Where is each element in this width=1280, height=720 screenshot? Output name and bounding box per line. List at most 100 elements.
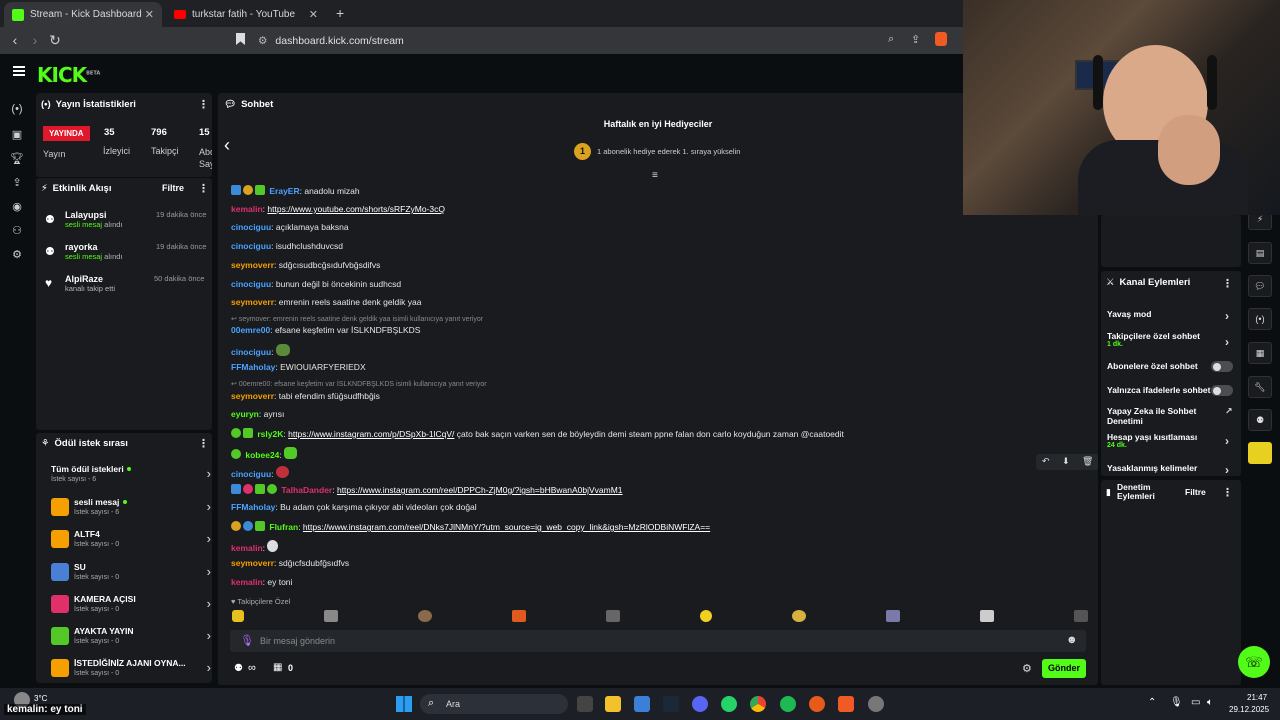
steam-icon[interactable] — [663, 696, 679, 712]
back-arrow-icon[interactable]: ‹ — [224, 135, 230, 156]
quick-action-wrench-icon[interactable]: 🔧︎ — [1248, 376, 1272, 398]
app-icon[interactable] — [868, 696, 884, 712]
emote-icon[interactable] — [700, 610, 712, 622]
store-icon[interactable] — [634, 696, 650, 712]
clock-time[interactable]: 21:47 — [1247, 693, 1267, 702]
task-view-icon[interactable] — [577, 696, 593, 712]
reward-item-all[interactable]: Tüm ödül istekleri İstek sayısı - 6 › — [51, 464, 211, 492]
app-icon[interactable] — [809, 696, 825, 712]
moderation-filter-button[interactable]: Filtre — [1185, 487, 1206, 497]
activity-filter-button[interactable]: Filtre — [162, 183, 184, 193]
reward-item[interactable]: ALTF4 İstek sayısı - 0 › — [51, 529, 211, 557]
zoom-icon[interactable]: ⌕ — [888, 33, 894, 46]
delete-icon[interactable]: 🗑︎ — [1082, 456, 1093, 467]
chat-message: kemalin: https://www.youtube.com/shorts/… — [231, 204, 445, 214]
emote-icon[interactable] — [606, 610, 620, 622]
reply-icon[interactable]: ↶ — [1042, 456, 1050, 467]
close-tab-icon[interactable]: ✕ — [309, 8, 318, 21]
channel-menu-icon[interactable]: ⋮ — [1222, 277, 1233, 290]
shield-icon: ⚔ — [1106, 277, 1115, 288]
emote-icon[interactable] — [886, 610, 900, 622]
emote-icon[interactable] — [232, 610, 244, 622]
stats-menu-icon[interactable]: ⋮ — [198, 98, 209, 111]
emote-icon[interactable] — [324, 610, 338, 622]
chat-link[interactable]: https://www.instagram.com/p/DSpXb-1lCqV/ — [288, 429, 454, 439]
brave-icon[interactable] — [838, 696, 854, 712]
chat-link[interactable]: https://www.youtube.com/shorts/sRFZyMo-3… — [267, 204, 445, 214]
stream-nav-icon[interactable]: (•) — [0, 103, 34, 115]
url-field[interactable]: ⚙ dashboard.kick.com/stream — [258, 31, 958, 50]
chevron-right-icon: › — [1225, 463, 1229, 477]
quick-action-broadcast-icon[interactable]: (•) — [1248, 308, 1272, 330]
send-button[interactable]: Gönder — [1042, 659, 1086, 678]
forward-icon[interactable]: › — [25, 32, 45, 48]
settings-icon[interactable]: ⚙ — [0, 248, 34, 261]
tab-youtube[interactable]: turkstar fatih - YouTube ✕ — [166, 2, 326, 27]
users-icon[interactable]: ⚇ — [0, 224, 34, 237]
quick-action-chat-icon[interactable]: 💬︎ — [1248, 275, 1272, 297]
bot-icon[interactable]: ◉ — [0, 200, 34, 213]
chat-settings-icon[interactable]: ⚙ — [1022, 662, 1032, 675]
rewards-menu-icon[interactable]: ⋮ — [198, 437, 209, 450]
quick-action-clapper-icon[interactable] — [1248, 442, 1272, 464]
reward-item[interactable]: AYAKTA YAYIN İstek sayısı - 0 › — [51, 626, 211, 654]
tray-chevron-icon[interactable]: ⌃ — [1148, 697, 1156, 708]
bookmark-icon[interactable] — [236, 33, 245, 45]
kick-logo[interactable]: KICKBETA — [37, 63, 100, 87]
quick-action-layout-icon[interactable]: ▦ — [1248, 342, 1272, 364]
volume-icon[interactable]: 🔈︎ — [1207, 697, 1213, 708]
chat-link[interactable]: https://www.instagram.com/reel/DNks7JlNM… — [303, 522, 710, 532]
clock-date[interactable]: 29.12.2025 — [1229, 705, 1269, 714]
tab-kick-dashboard[interactable]: Stream - Kick Dashboard ✕ — [4, 2, 162, 27]
activity-menu-icon[interactable]: ⋮ — [198, 182, 209, 195]
brave-shield-icon[interactable] — [935, 32, 947, 46]
account-age-item[interactable]: Hesap yaşı kısıtlaması 24 dk. › — [1107, 432, 1232, 449]
moderation-menu-icon[interactable]: ⋮ — [1222, 486, 1233, 499]
collapse-icon[interactable]: ≡ — [652, 170, 658, 181]
slow-mode-item[interactable]: Yavaş mod › — [1107, 309, 1232, 323]
windows-start-icon[interactable] — [396, 696, 412, 712]
menu-icon[interactable] — [13, 66, 25, 76]
trophy-icon[interactable]: 🏆︎ — [0, 152, 34, 165]
emote-icon[interactable] — [418, 610, 432, 622]
whatsapp-icon[interactable] — [721, 696, 737, 712]
content-nav-icon[interactable]: ▣ — [0, 128, 34, 141]
emote-icon[interactable] — [980, 610, 994, 622]
quick-action-doc-icon[interactable]: ▤ — [1248, 242, 1272, 264]
chat-link[interactable]: https://www.instagram.com/reel/DPPCh-ZjM… — [337, 485, 623, 495]
reward-item[interactable]: KAMERA AÇISI İstek sayısı - 0 › — [51, 594, 211, 622]
network-icon[interactable]: ▭ — [1191, 697, 1200, 708]
mic-tray-icon[interactable]: 🎙︎ — [1170, 697, 1183, 708]
discord-icon[interactable] — [692, 696, 708, 712]
ai-moderation-item[interactable]: Yapay Zeka ile Sohbet Denetimi ↗ — [1107, 406, 1233, 426]
upload-icon[interactable]: ⇪ — [0, 176, 34, 189]
emote-icon[interactable] — [792, 610, 806, 622]
quick-action-users-icon[interactable]: ⚉ — [1248, 409, 1272, 431]
reward-item[interactable]: İSTEDİĞİNİZ AJANI OYNA... İstek sayısı -… — [51, 658, 211, 686]
pin-icon[interactable]: ⬇ — [1062, 456, 1070, 467]
reward-item[interactable]: sesli mesaj İstek sayısı - 6 › — [51, 497, 211, 525]
followers-only-item[interactable]: Takipçilere özel sohbet 1 dk. › — [1107, 331, 1232, 349]
emote-icon[interactable] — [512, 610, 526, 622]
subs-only-toggle[interactable] — [1211, 361, 1233, 372]
emote-icon[interactable] — [1074, 610, 1088, 622]
site-info-icon[interactable]: ⚙ — [258, 35, 267, 47]
chrome-icon[interactable] — [750, 696, 766, 712]
spotify-icon[interactable] — [780, 696, 796, 712]
file-explorer-icon[interactable] — [605, 696, 621, 712]
emoji-icon[interactable]: ☻ — [1066, 634, 1078, 646]
new-tab-button[interactable]: + — [336, 5, 344, 21]
banned-words-item[interactable]: Yasaklanmış kelimeler › — [1107, 463, 1232, 477]
mic-icon[interactable]: 🎙︎ — [240, 634, 254, 647]
rewards-header: ⚘ Ödül istek sırası — [41, 438, 128, 449]
reward-item[interactable]: SU İstek sayısı - 0 › — [51, 562, 211, 590]
support-chat-icon[interactable]: ☏ — [1238, 646, 1270, 678]
close-tab-icon[interactable]: ✕ — [145, 8, 154, 21]
emotes-only-toggle[interactable] — [1211, 385, 1233, 396]
share-icon[interactable]: ⇪ — [911, 33, 920, 46]
moderation-panel — [1101, 480, 1241, 685]
back-icon[interactable]: ‹ — [5, 32, 25, 48]
chat-input[interactable]: 🎙︎ Bir mesaj gönderin ☻ — [230, 630, 1086, 652]
reload-icon[interactable]: ↻ — [45, 32, 65, 49]
taskbar-search[interactable]: ⌕ Ara — [420, 694, 568, 714]
